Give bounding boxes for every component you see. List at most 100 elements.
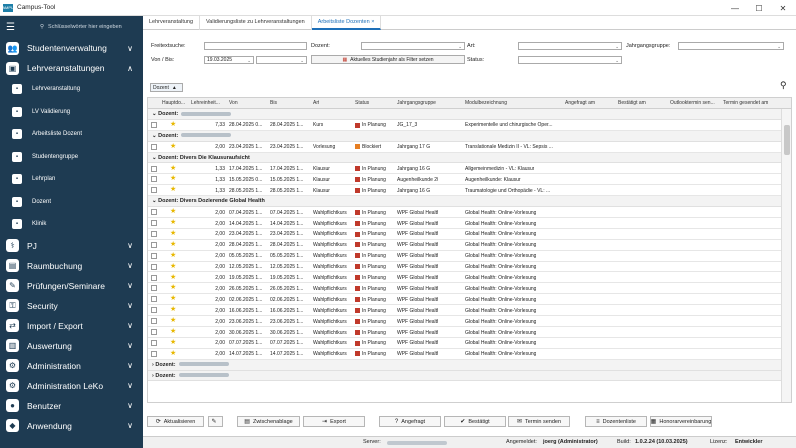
close-button[interactable]: ✕ [772, 0, 794, 16]
star-icon[interactable]: ★ [170, 284, 176, 292]
table-row[interactable]: ★ 2,00 26.05.2025 1... 26.05.2025 1... Wahlp… [148, 283, 781, 295]
dozent-select[interactable]: ⌄ [361, 42, 465, 50]
chevron-icon[interactable]: ∨ [127, 44, 133, 53]
tab-validierungsliste[interactable]: Validierungsliste zu Lehrveranstaltungen [200, 16, 312, 30]
sidebar-search[interactable]: ⚲ Schlüsselwörter hier eingeben [40, 24, 122, 30]
star-icon[interactable]: ★ [170, 252, 176, 260]
table-row[interactable]: ★ 2,00 23.06.2025 1... 23.06.2025 1... Wahlp… [148, 316, 781, 327]
row-checkbox[interactable] [151, 263, 157, 270]
chevron-icon[interactable]: ∨ [127, 361, 133, 370]
sidebar-subitem[interactable]: ▪ LV Validierung [0, 101, 143, 124]
chevron-icon[interactable]: ∨ [127, 261, 133, 270]
sidebar-item-admin-leko[interactable]: ⚙ Administration LeKo ∨ [0, 376, 143, 396]
column-header[interactable]: Bestätigt am [618, 100, 646, 106]
column-header[interactable]: Outlooktermin sen... [670, 100, 715, 106]
sidebar-item-chart[interactable]: ▥ Auswertung ∨ [0, 336, 143, 356]
check-button[interactable]: ✔ Bestätigt [444, 416, 506, 427]
column-header[interactable]: Angefragt am [565, 100, 595, 106]
star-icon[interactable]: ★ [170, 143, 176, 151]
row-checkbox[interactable] [151, 350, 157, 357]
sidebar-item-admin[interactable]: ⚙ Administration ∨ [0, 356, 143, 376]
table-row[interactable]: ★ 2,00 23.04.2025 1... 23.04.2025 1... Wahlp… [148, 229, 781, 240]
group-row[interactable]: › Dozent: [148, 370, 781, 382]
star-icon[interactable]: ★ [170, 230, 176, 238]
table-row[interactable]: ★ 2,00 05.05.2025 1... 05.05.2025 1... Wahlp… [148, 251, 781, 262]
vertical-scrollbar[interactable] [781, 109, 791, 402]
star-icon[interactable]: ★ [170, 339, 176, 347]
sidebar-subitem[interactable]: ▪ Klinik [0, 213, 143, 236]
art-select[interactable]: ⌄ [518, 42, 622, 50]
table-row[interactable]: ★ 1,33 28.05.2025 1... 28.05.2025 1... Klaus… [148, 185, 781, 197]
tab-arbeitsliste-dozenten[interactable]: Arbeitsliste Dozenten × [311, 16, 382, 30]
table-row[interactable]: ★ 2,00 07.04.2025 1... 07.04.2025 1... Wahlp… [148, 207, 781, 218]
group-row[interactable]: ⌄ Dozent: Divers Dozierende Global Healt… [148, 196, 781, 208]
refresh-button[interactable]: ⟳ Aktualisieren [147, 416, 204, 427]
sidebar-subitem[interactable]: ▪ Lehrplan [0, 168, 143, 191]
star-icon[interactable]: ★ [170, 317, 176, 325]
chevron-icon[interactable]: ∨ [127, 301, 133, 310]
sidebar-item-users[interactable]: 👥 Studentenverwaltung ∨ [0, 38, 143, 58]
tab-lehrveranstaltung[interactable]: Lehrveranstaltung [143, 16, 201, 30]
column-header[interactable]: Bis [270, 100, 277, 106]
row-checkbox[interactable] [151, 307, 157, 314]
chevron-icon[interactable]: ∨ [127, 401, 133, 410]
table-row[interactable]: ★ 2,00 28.04.2025 1... 28.04.2025 1... Wahlp… [148, 240, 781, 251]
row-checkbox[interactable] [151, 121, 157, 128]
star-icon[interactable]: ★ [170, 274, 176, 282]
row-checkbox[interactable] [151, 209, 157, 216]
star-icon[interactable]: ★ [170, 121, 176, 129]
chevron-icon[interactable]: ∨ [127, 421, 133, 430]
table-row[interactable]: ★ 2,00 23.04.2025 1... 23.04.2025 1... Vorle… [148, 142, 781, 153]
chevron-icon[interactable]: ∧ [127, 64, 133, 73]
sidebar-item-room[interactable]: ▤ Raumbuchung ∨ [0, 256, 143, 276]
chevron-icon[interactable]: ∨ [127, 321, 133, 330]
clipboard-button[interactable]: ▤ Zwischenablage [237, 416, 300, 427]
table-row[interactable]: ★ 2,00 14.04.2025 1... 14.04.2025 1... Wahlp… [148, 218, 781, 229]
document-button[interactable]: ▦ Honorarvereinbarung [650, 416, 712, 427]
set-year-filter-button[interactable]: ▦ Aktuelles Studienjahr als Filter setzen [311, 55, 465, 64]
table-row[interactable]: ★ 1,33 17.04.2025 1... 17.04.2025 1... Klaus… [148, 164, 781, 175]
group-by-chip[interactable]: Dozent ▲ [150, 83, 183, 92]
row-checkbox[interactable] [151, 187, 157, 194]
jahrgang-select[interactable]: ⌄ [678, 42, 784, 50]
sidebar-subitem[interactable]: ▪ Lehrveranstaltung [0, 78, 143, 101]
chevron-icon[interactable]: ∨ [127, 381, 133, 390]
column-header[interactable]: Art [313, 100, 319, 106]
row-checkbox[interactable] [151, 329, 157, 335]
column-header[interactable]: Termin gesendet am [723, 100, 768, 106]
bis-date-input[interactable]: ⌄ [256, 56, 307, 64]
freitext-input[interactable] [204, 42, 307, 50]
search-icon[interactable]: ⚲ [780, 80, 787, 91]
sidebar-item-user[interactable]: ● Benutzer ∨ [0, 396, 143, 416]
star-icon[interactable]: ★ [170, 295, 176, 303]
list-button[interactable]: ≡ Dozentenliste [585, 416, 647, 427]
star-icon[interactable]: ★ [170, 306, 176, 314]
column-header[interactable]: Hauptdo... [162, 100, 185, 106]
star-icon[interactable]: ★ [170, 186, 176, 194]
row-checkbox[interactable] [151, 165, 157, 172]
send-button[interactable]: ✉ Termin senden [508, 416, 570, 427]
table-row[interactable]: ★ 2,00 14.07.2025 1... 14.07.2025 1... Wahlp… [148, 349, 781, 360]
sidebar-item-exam[interactable]: ✎ Prüfungen/Seminare ∨ [0, 276, 143, 296]
chevron-icon[interactable]: ∨ [127, 341, 133, 350]
star-icon[interactable]: ★ [170, 219, 176, 227]
hamburger-menu-icon[interactable]: ☰ [6, 22, 22, 33]
star-icon[interactable]: ★ [170, 208, 176, 216]
chevron-icon[interactable]: ∨ [127, 241, 133, 250]
sidebar-item-app[interactable]: ◆ Anwendung ∨ [0, 416, 143, 436]
sidebar-item-pj[interactable]: ⚕ PJ ∨ [0, 236, 143, 256]
group-row[interactable]: ⌄ Dozent: [148, 109, 781, 120]
star-icon[interactable]: ★ [170, 175, 176, 183]
star-icon[interactable]: ★ [170, 328, 176, 336]
table-row[interactable]: ★ 2,00 16.06.2025 1... 16.06.2025 1... Wahlp… [148, 305, 781, 317]
column-header[interactable]: Status [355, 100, 369, 106]
row-checkbox[interactable] [151, 241, 157, 248]
row-checkbox[interactable] [151, 143, 157, 150]
group-row[interactable]: ⌄ Dozent: [148, 130, 781, 142]
row-checkbox[interactable] [151, 318, 157, 325]
table-row[interactable]: ★ 2,00 19.05.2025 1... 19.05.2025 1... Wahlp… [148, 273, 781, 284]
scrollbar-thumb[interactable] [784, 125, 790, 155]
column-header[interactable]: Lehreinheit... [191, 100, 220, 106]
column-header[interactable]: Jahrgangsgruppe [397, 100, 436, 106]
minimize-button[interactable]: — [724, 0, 746, 16]
